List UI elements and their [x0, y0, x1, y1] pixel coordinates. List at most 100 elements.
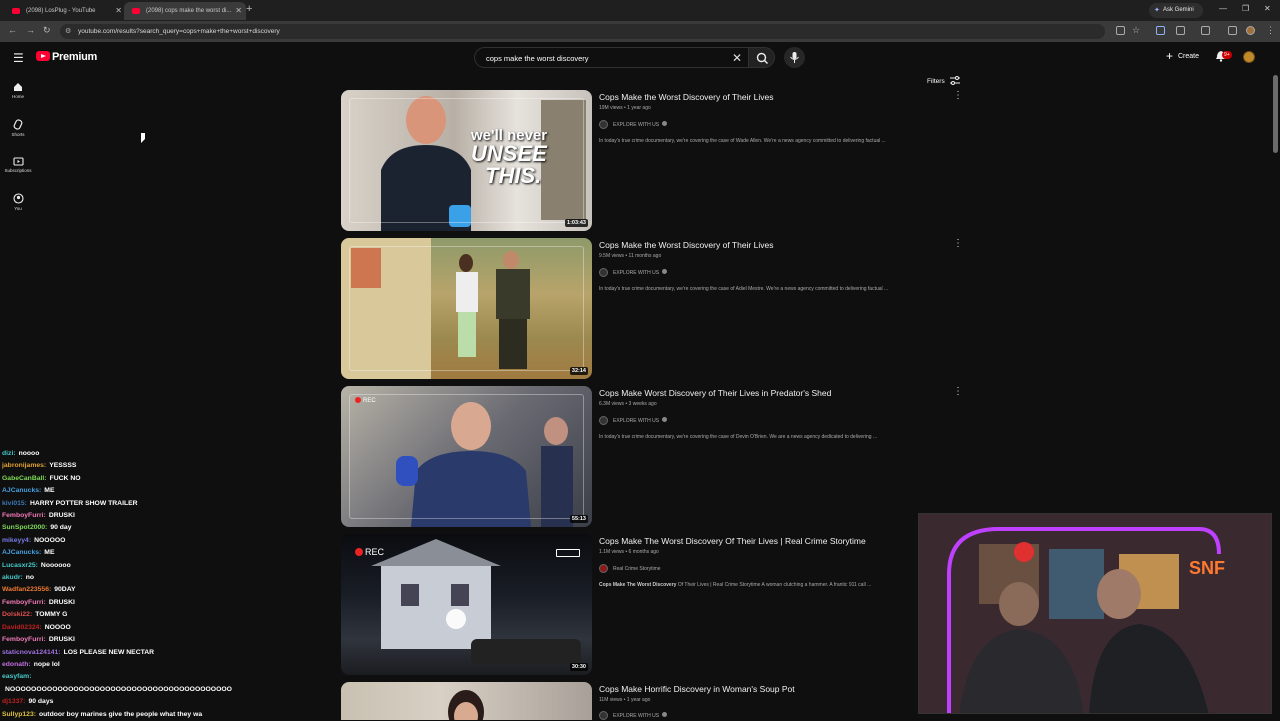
chat-username: AJCanucks:: [2, 549, 42, 557]
sidepanel-icon[interactable]: [1201, 26, 1210, 35]
voice-search-button[interactable]: [784, 47, 805, 68]
youtube-premium-logo[interactable]: Premium: [52, 51, 97, 63]
forward-icon[interactable]: →: [26, 25, 35, 35]
video-result[interactable]: REC 30:30 Cops Make The Worst Discovery …: [341, 534, 961, 676]
description-text: Of Their Lives | Real Crime Storytime A …: [676, 582, 872, 588]
channel-link[interactable]: Real Crime Storytime: [599, 564, 661, 573]
video-title[interactable]: Cops Make the Worst Discovery of Their L…: [599, 92, 773, 102]
ask-gemini-label: Ask Gemini: [1163, 7, 1194, 13]
bookmark-star-icon[interactable]: ☆: [1132, 25, 1140, 36]
close-tab-icon[interactable]: ✕: [115, 6, 122, 15]
chat-text: TOMMY G: [35, 611, 68, 619]
video-result[interactable]: Cops Make Horrific Discovery in Woman's …: [341, 682, 961, 720]
chat-text: 90 day: [50, 524, 72, 532]
search-input[interactable]: cops make the worst discovery ✕: [474, 47, 748, 68]
chat-text: noooo: [18, 450, 40, 457]
thumbnail-person-illustration: [448, 690, 484, 720]
chat-text: NOOOO: [44, 623, 71, 631]
downloads-icon[interactable]: [1228, 26, 1237, 35]
you-icon: [12, 193, 24, 204]
close-tab-icon[interactable]: ✕: [235, 6, 242, 15]
filters-button[interactable]: Filters: [927, 76, 960, 85]
ask-gemini-button[interactable]: ✦ Ask Gemini: [1149, 3, 1203, 18]
video-title[interactable]: Cops Make Horrific Discovery in Woman's …: [599, 684, 795, 694]
plus-icon: +: [1166, 49, 1174, 63]
channel-link[interactable]: EXPLORE WITH US: [599, 416, 668, 425]
chat-username: David02324:: [2, 623, 42, 631]
channel-avatar: [599, 416, 608, 425]
channel-link[interactable]: EXPLORE WITH US: [599, 711, 668, 720]
channel-avatar: [599, 268, 608, 277]
sidebar-item-label: Home: [11, 94, 24, 99]
battery-icon: [556, 549, 580, 557]
url-field[interactable]: ⚙ youtube.com/results?search_query=cops+…: [60, 24, 1105, 39]
sidebar-item-home[interactable]: Home: [0, 82, 36, 99]
video-thumbnail[interactable]: REC 30:30: [341, 534, 592, 675]
video-duration: 32:14: [569, 367, 588, 375]
video-title[interactable]: Cops Make The Worst Discovery Of Their L…: [599, 536, 866, 546]
channel-name: EXPLORE WITH US: [613, 713, 660, 719]
page-scrollbar[interactable]: [1273, 75, 1278, 153]
sidebar-item-subscriptions[interactable]: Subscriptions: [0, 156, 36, 173]
browser-tab[interactable]: (2098) LosPlug - YouTube ✕: [4, 2, 126, 20]
video-thumbnail[interactable]: we'll never UNSEE THIS. 1:03:43: [341, 90, 592, 231]
youtube-logo-icon[interactable]: [36, 51, 50, 61]
video-thumbnail[interactable]: 32:14: [341, 238, 592, 379]
maximize-icon[interactable]: ❐: [1242, 4, 1249, 13]
home-icon: [14, 83, 22, 91]
close-window-icon[interactable]: ✕: [1264, 4, 1271, 13]
more-actions-icon[interactable]: ⋮: [953, 238, 963, 249]
clear-search-icon[interactable]: ✕: [732, 51, 742, 65]
channel-avatar: [599, 711, 608, 720]
chat-message: Dolski22: TOMMY G: [2, 609, 234, 621]
video-result[interactable]: REC 55:13 Cops Make Worst Discovery of T…: [341, 386, 963, 528]
create-button[interactable]: + Create: [1158, 48, 1204, 66]
site-info-icon[interactable]: ⚙: [65, 27, 71, 35]
video-result[interactable]: we'll never UNSEE THIS. 1:03:43 Cops Mak…: [341, 90, 963, 232]
record-dot-icon: [355, 397, 361, 403]
chat-username: jabronijames:: [2, 462, 47, 470]
record-dot-icon: [355, 548, 363, 556]
chat-text: Noooooo: [40, 561, 71, 569]
browser-tab-active[interactable]: (2098) cops make the worst di... ✕: [124, 2, 246, 20]
channel-link[interactable]: EXPLORE WITH US: [599, 268, 668, 277]
video-title[interactable]: Cops Make Worst Discovery of Their Lives…: [599, 388, 831, 398]
shorts-icon: [13, 119, 23, 130]
browser-menu-icon[interactable]: ⋮: [1266, 25, 1275, 36]
extension-icon[interactable]: [1156, 26, 1165, 35]
chat-text: NOOOOO: [34, 536, 66, 544]
new-tab-icon[interactable]: +: [246, 3, 252, 15]
webcam-overlay: SNF: [918, 513, 1272, 714]
back-icon[interactable]: ←: [8, 25, 17, 35]
browser-tab-strip: (2098) LosPlug - YouTube ✕ (2098) cops m…: [0, 0, 1280, 21]
rec-indicator: REC: [355, 547, 384, 557]
sidebar-item-shorts[interactable]: Shorts: [0, 119, 36, 137]
video-meta: 11M views • 1 year ago: [599, 697, 651, 703]
search-button[interactable]: [748, 47, 775, 68]
reload-icon[interactable]: ↻: [43, 25, 51, 36]
video-title[interactable]: Cops Make the Worst Discovery of Their L…: [599, 240, 773, 250]
hamburger-menu-icon[interactable]: ☰: [13, 51, 24, 65]
more-actions-icon[interactable]: ⋮: [953, 90, 963, 101]
video-result[interactable]: 32:14 Cops Make the Worst Discovery of T…: [341, 238, 963, 380]
install-app-icon[interactable]: [1116, 26, 1125, 35]
sidebar-item-you[interactable]: You: [0, 193, 36, 211]
thumbnail-caption: we'll never UNSEE THIS.: [471, 128, 547, 187]
channel-link[interactable]: EXPLORE WITH US: [599, 120, 668, 129]
chat-username: dizi:: [2, 450, 16, 457]
video-thumbnail[interactable]: [341, 682, 592, 720]
profile-icon[interactable]: [1246, 26, 1255, 35]
chat-message: jabronijames: YESSSS: [2, 460, 234, 472]
rec-indicator: REC: [355, 397, 376, 404]
extensions-puzzle-icon[interactable]: [1176, 26, 1185, 35]
more-actions-icon[interactable]: ⋮: [953, 386, 963, 397]
video-thumbnail[interactable]: REC 55:13: [341, 386, 592, 527]
minimize-icon[interactable]: —: [1219, 4, 1227, 13]
subscriptions-icon: [12, 157, 24, 166]
chat-username: FemboyFurri:: [2, 598, 46, 606]
chat-username: easyfam:: [2, 673, 32, 681]
video-meta: 9.5M views • 11 months ago: [599, 253, 662, 259]
chat-text: DRUSKI: [48, 636, 75, 644]
account-avatar[interactable]: [1243, 51, 1255, 63]
gemini-sparkle-icon: ✦: [1154, 7, 1160, 14]
